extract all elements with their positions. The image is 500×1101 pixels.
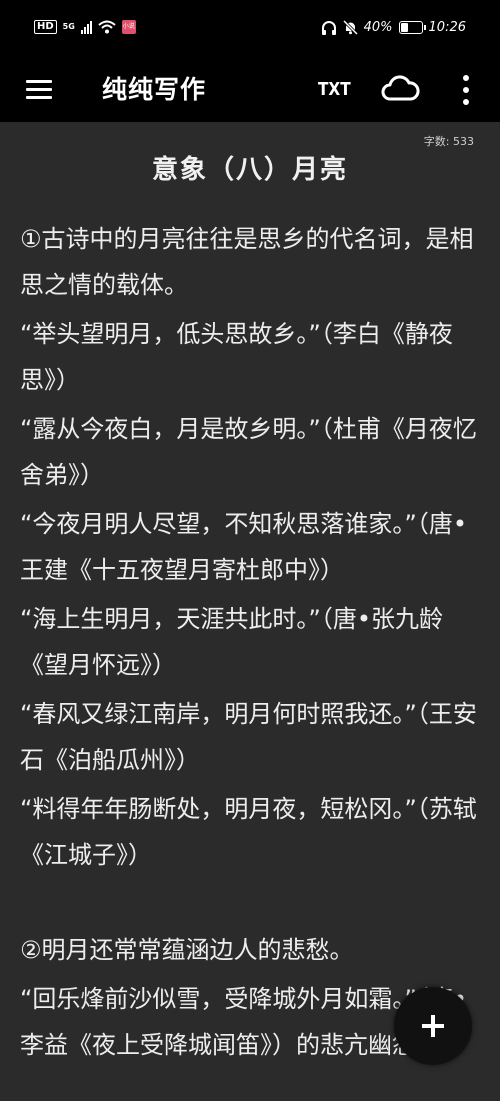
paragraph: “料得年年肠断处，明月夜，短松冈。”（苏轼《江城子》） (20, 795, 477, 869)
signal-icon (80, 20, 92, 34)
headphones-icon (321, 20, 336, 35)
menu-icon[interactable] (26, 74, 52, 106)
paragraph: ①古诗中的月亮往往是思乡的代名词，是相思之情的载体。 (20, 225, 474, 299)
add-button[interactable] (394, 987, 472, 1065)
hd-badge: HD (34, 20, 57, 34)
paragraph: “海上生明月，天涯共此时。”（唐•张九龄《望月怀远》） (20, 605, 444, 679)
clock: 10:26 (428, 20, 466, 35)
battery-icon (398, 21, 426, 34)
app-bar: 纯纯写作 TXT (0, 58, 500, 122)
cloud-icon[interactable] (380, 72, 420, 106)
bell-muted-icon (342, 20, 358, 35)
status-left-group: HD 5G 小说 (34, 20, 136, 34)
paragraph: “春风又绿江南岸，明月何时照我还。”（王安石《泊船瓜州》） (20, 700, 477, 774)
status-bar: HD 5G 小说 40% 10:26 (0, 0, 500, 58)
paragraph: ②明月还常常蕴涵边人的悲愁。 (20, 936, 354, 964)
status-right-group: 40% 10:26 (321, 20, 466, 35)
app-title: 纯纯写作 (102, 75, 207, 104)
paragraph: “露从今夜白，月是故乡明。”（杜甫《月夜忆舍弟》） (20, 415, 477, 489)
paragraph: “今夜月明人尽望，不知秋思落谁家。”（唐•王建《十五夜望月寄杜郎中》） (20, 510, 468, 584)
wifi-icon (98, 20, 116, 34)
more-vertical-icon[interactable] (458, 70, 474, 110)
txt-export-button[interactable]: TXT (318, 74, 351, 106)
paragraph: “举头望明月，低头思故乡。”（李白《静夜思》） (20, 320, 453, 394)
notification-app-icon: 小说 (121, 20, 136, 34)
battery-percent: 40% (363, 20, 393, 35)
document-title[interactable]: 意象（八）月亮 (0, 150, 500, 190)
document-body[interactable]: ①古诗中的月亮往往是思乡的代名词，是相思之情的载体。 “举头望明月，低头思故乡。… (20, 216, 484, 1071)
word-count: 字数: 533 (423, 135, 474, 148)
network-type-badge: 5G (62, 22, 75, 31)
